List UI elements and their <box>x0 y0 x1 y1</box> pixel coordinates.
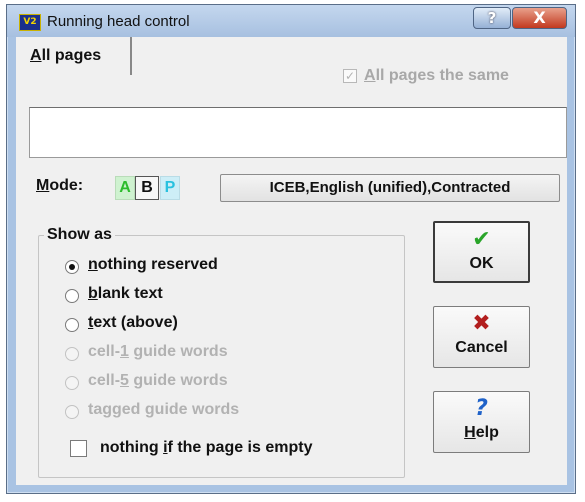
translation-table-button[interactable]: ICEB,English (unified),Contracted <box>220 174 560 202</box>
option-label: text (above) <box>88 314 178 331</box>
cancel-label: Cancel <box>455 339 508 356</box>
help-button[interactable]: ? Help <box>433 391 530 453</box>
mode-b-button[interactable]: B <box>135 176 159 200</box>
all-pages-same-label: All pages the same <box>364 67 509 84</box>
title-bar[interactable]: V2 Running head control ? X <box>7 5 575 37</box>
radio-tagged-guide-words <box>65 405 79 419</box>
empty-page-checkbox[interactable] <box>70 440 87 457</box>
radio-nothing-reserved[interactable] <box>65 260 79 274</box>
mode-label: Mode: <box>36 177 84 194</box>
radio-cell-1-guide-words <box>65 347 79 361</box>
x-icon: ✖ <box>472 311 491 336</box>
question-icon: ? <box>475 396 488 421</box>
option-label: cell-1 guide words <box>88 343 228 360</box>
show-as-label: Show as <box>44 226 115 244</box>
window-title: Running head control <box>47 13 190 30</box>
option-label: nothing reserved <box>88 256 218 273</box>
mode-p-button[interactable]: P <box>160 176 180 200</box>
title-help-button[interactable]: ? <box>473 7 511 29</box>
option-label: tagged guide words <box>88 401 240 418</box>
empty-page-label: nothing if the page is empty <box>100 439 313 456</box>
tab-all-pages-label: All pages <box>30 47 102 64</box>
radio-cell-5-guide-words <box>65 376 79 390</box>
option-label: blank text <box>88 285 163 302</box>
cancel-button[interactable]: ✖ Cancel <box>433 306 530 368</box>
radio-text-above[interactable] <box>65 318 79 332</box>
dialog-body: All pages ✓ All pages the same Mode: A B… <box>16 37 567 485</box>
app-icon: V2 <box>19 14 41 31</box>
help-label: Help <box>464 424 499 441</box>
checkmark-icon: ✔ <box>472 227 491 252</box>
ok-button[interactable]: ✔ OK <box>433 221 530 283</box>
ok-label: OK <box>469 255 494 272</box>
radio-blank-text[interactable] <box>65 289 79 303</box>
tab-all-pages[interactable]: All pages <box>16 37 132 75</box>
option-label: cell-5 guide words <box>88 372 228 389</box>
close-button[interactable]: X <box>512 7 567 29</box>
mode-a-button[interactable]: A <box>115 176 135 200</box>
running-head-input[interactable] <box>29 107 567 158</box>
dialog-window: V2 Running head control ? X All pages ✓ … <box>6 4 576 494</box>
all-pages-same-checkbox[interactable]: ✓ <box>343 69 357 83</box>
radio-selected-dot <box>69 264 75 270</box>
